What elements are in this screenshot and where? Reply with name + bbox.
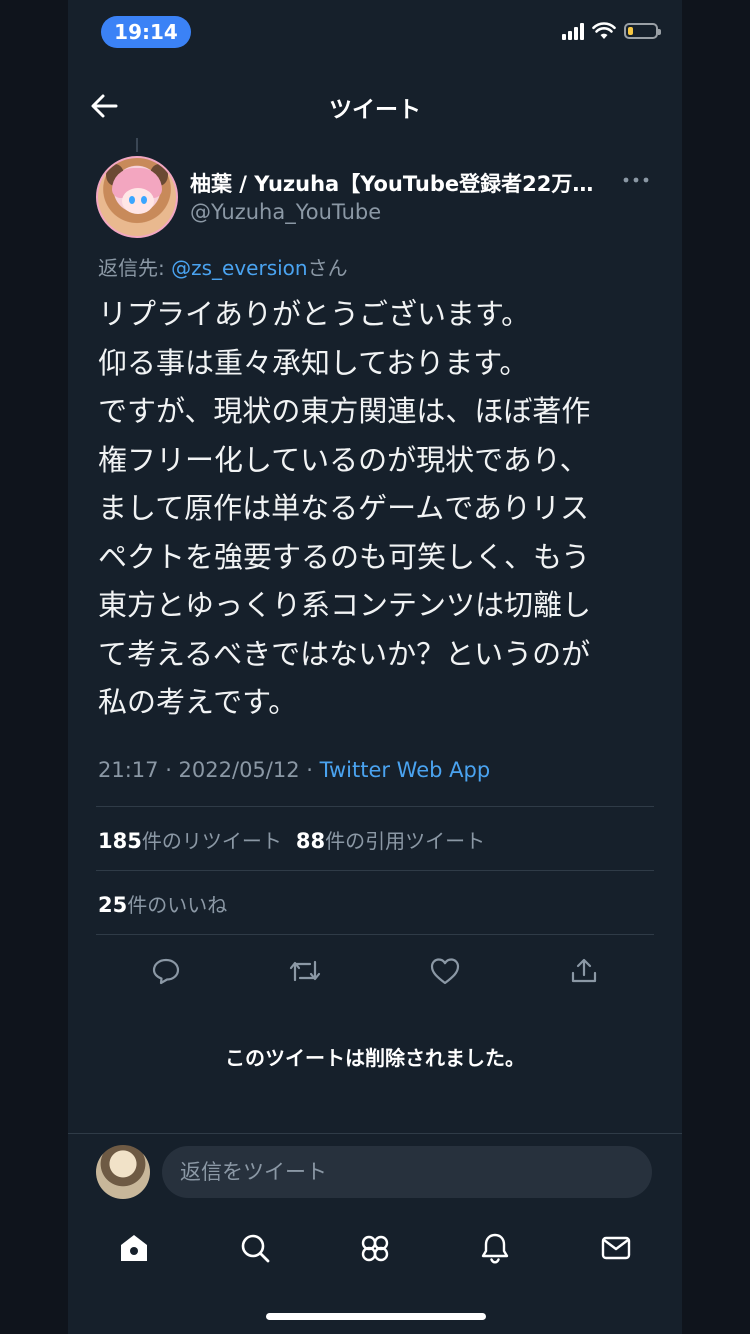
- home-indicator[interactable]: [266, 1313, 486, 1320]
- right-bezel: [682, 0, 750, 1334]
- tweet-meta: 21:17 · 2022/05/12 · Twitter Web App: [98, 758, 490, 782]
- home-icon: [121, 1235, 148, 1261]
- left-bezel: [0, 0, 68, 1334]
- messages-icon: [601, 1236, 630, 1260]
- likes-stat[interactable]: 25件のいいね: [98, 889, 227, 918]
- app-screen: 19:14 ツイート 柚葉 / Yuzuha【YouTube登録者22万… @Y…: [68, 0, 682, 1334]
- retweets-count: 185: [98, 829, 142, 853]
- reply-to-mention[interactable]: @zs_eversion: [171, 256, 307, 280]
- wifi-icon: [592, 22, 616, 39]
- divider: [96, 806, 654, 807]
- author-display-name[interactable]: 柚葉 / Yuzuha【YouTube登録者22万…: [190, 168, 610, 198]
- reply-to-suffix: さん: [307, 256, 348, 280]
- cellular-signal-icon: [562, 22, 584, 40]
- quotes-stat[interactable]: 88件の引用ツイート: [296, 829, 485, 853]
- more-options-button[interactable]: [622, 172, 650, 188]
- status-icons: [562, 22, 661, 40]
- divider: [96, 870, 654, 871]
- tweet-source-link[interactable]: Twitter Web App: [320, 758, 491, 782]
- tweet-actions: [96, 948, 654, 994]
- battery-fill: [628, 27, 634, 35]
- tweet-text: リプライありがとうございます。 仰る事は重々承知しております。 ですが、現状の東…: [98, 297, 592, 719]
- likes-label: 件のいいね: [127, 893, 228, 917]
- compose-divider: [68, 1133, 682, 1134]
- tweet-timestamp: 21:17 · 2022/05/12 ·: [98, 758, 320, 782]
- share-button[interactable]: [561, 948, 607, 994]
- bottom-tab-bar: [68, 1220, 682, 1276]
- retweet-icon: [290, 960, 321, 982]
- search-icon: [241, 1234, 269, 1263]
- user-avatar[interactable]: [96, 1145, 150, 1199]
- reply-to-line: 返信先: @zs_eversionさん: [98, 252, 348, 281]
- retweets-stat[interactable]: 185件のリツイート: [98, 829, 282, 853]
- page-title: ツイート: [329, 97, 421, 123]
- notifications-icon: [482, 1233, 509, 1264]
- status-time: 19:14: [101, 16, 191, 48]
- retweets-label: 件のリツイート: [141, 829, 282, 853]
- divider: [96, 934, 654, 935]
- tab-search[interactable]: [229, 1222, 281, 1274]
- reply-to-prefix: 返信先:: [98, 256, 172, 280]
- like-button[interactable]: [422, 948, 468, 994]
- reply-button[interactable]: [143, 948, 189, 994]
- author-handle[interactable]: @Yuzuha_YouTube: [190, 200, 381, 224]
- retweet-quote-stats: 185件のリツイート 88件の引用ツイート: [98, 825, 485, 854]
- like-icon: [430, 958, 459, 985]
- reply-compose-input[interactable]: [162, 1146, 652, 1198]
- tab-home[interactable]: [108, 1222, 160, 1274]
- author-avatar[interactable]: [96, 156, 178, 238]
- battery-icon: [624, 23, 661, 39]
- likes-count: 25: [98, 893, 128, 917]
- thread-connector-line: [136, 138, 138, 152]
- communities-icon: [361, 1235, 389, 1262]
- quotes-label: 件の引用ツイート: [325, 829, 486, 853]
- reply-icon: [152, 958, 179, 985]
- deleted-tweet-notice: このツイートは削除されました。: [225, 1046, 525, 1070]
- more-dots-icon: [623, 177, 649, 183]
- top-header: ツイート: [68, 78, 682, 134]
- tab-communities[interactable]: [349, 1222, 401, 1274]
- share-icon: [572, 958, 597, 983]
- tab-messages[interactable]: [590, 1222, 642, 1274]
- tab-notifications[interactable]: [469, 1222, 521, 1274]
- quotes-count: 88: [295, 829, 326, 853]
- retweet-button[interactable]: [282, 948, 328, 994]
